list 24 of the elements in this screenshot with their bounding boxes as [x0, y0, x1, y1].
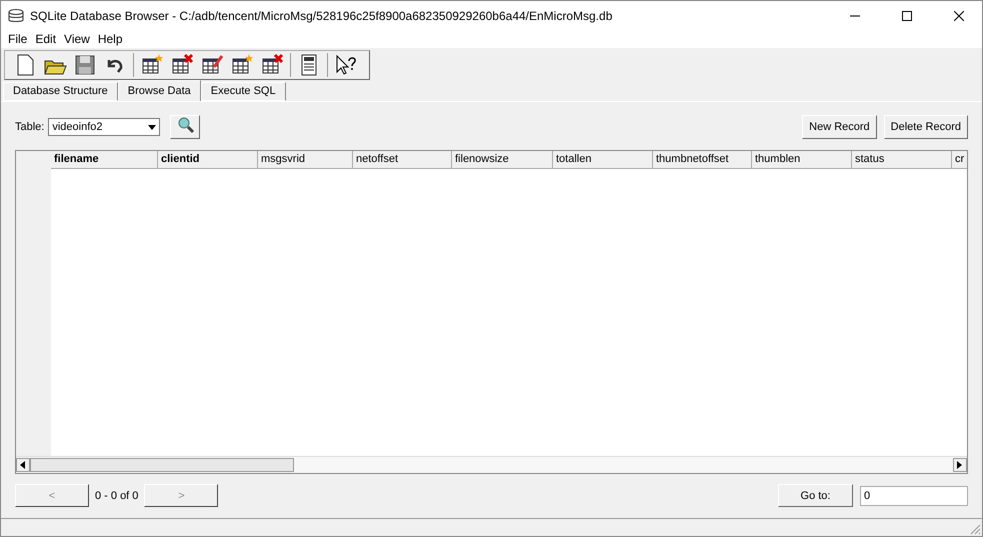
- record-button[interactable]: New Record: [802, 114, 877, 139]
- maximize-icon: [902, 11, 912, 21]
- search-icon: [177, 116, 196, 134]
- menu-item[interactable]: Edit: [31, 32, 60, 46]
- record-button[interactable]: Delete Record: [884, 114, 968, 139]
- menu-item[interactable]: File: [4, 32, 32, 46]
- search-button[interactable]: [170, 114, 200, 139]
- close-icon: [954, 11, 964, 21]
- tab[interactable]: Browse Data: [118, 80, 201, 101]
- scrollbar-thumb[interactable]: [30, 458, 294, 472]
- goto-field[interactable]: 0: [860, 486, 968, 506]
- window-title: SQLite Database Browser - C:/adb/tencent/MicroMsg/528196c25f8900a682350929260b6a44/EnMicroMsg.db: [30, 9, 614, 23]
- resize-grip-icon[interactable]: [969, 523, 981, 535]
- menu-item[interactable]: Help: [94, 32, 127, 46]
- tab[interactable]: Database Structure: [3, 82, 118, 101]
- goto-button[interactable]: Go to:: [778, 484, 853, 508]
- table-dropdown[interactable]: videoinfo2: [48, 118, 160, 136]
- menu-item[interactable]: View: [60, 32, 94, 46]
- database-icon: [8, 9, 24, 23]
- tab[interactable]: Execute SQL: [200, 82, 286, 101]
- scroll-right-icon[interactable]: [953, 458, 967, 472]
- table-label: Table:: [15, 120, 44, 133]
- record-range: 0 - 0 of 0: [94, 490, 140, 502]
- scroll-left-icon[interactable]: [16, 458, 30, 472]
